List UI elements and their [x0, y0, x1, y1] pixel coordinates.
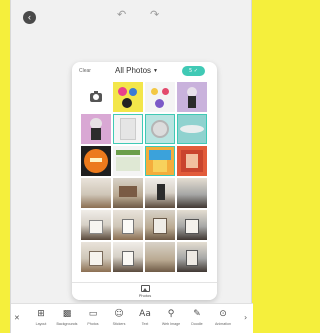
bottom-toolbar: ✕ ⊞ Layout ▩ Backgrounds ▭ Photos ☺ Stic… — [11, 303, 253, 333]
photo-thumbnail[interactable] — [145, 242, 175, 272]
photo-thumbnail[interactable] — [145, 82, 175, 112]
photo-thumbnail-selected[interactable] — [145, 114, 175, 144]
photo-thumbnail[interactable] — [81, 242, 111, 272]
photo-picker-header: Clear All Photos ▼ 5 ✓ — [72, 62, 217, 81]
text-icon: Aa — [139, 309, 151, 319]
tool-text[interactable]: Aa Text — [132, 308, 158, 326]
top-bar: ‹ ↶ ↷ — [11, 0, 253, 30]
tool-doodle[interactable]: ✎ Doodle — [184, 308, 210, 326]
tool-stickers[interactable]: ☺ Stickers — [106, 308, 132, 326]
animation-icon: ⊙ — [219, 309, 227, 319]
photo-thumbnail[interactable] — [113, 210, 143, 240]
camera-button[interactable] — [81, 82, 111, 112]
chevron-right-icon[interactable]: › — [244, 313, 247, 322]
photo-thumbnail[interactable] — [177, 242, 207, 272]
album-dropdown[interactable]: All Photos ▼ — [115, 66, 158, 75]
photo-picker-panel: Clear All Photos ▼ 5 ✓ Photos — [72, 62, 217, 300]
photo-thumbnail[interactable] — [81, 178, 111, 208]
tool-web-image[interactable]: ⚲ Web Image — [158, 308, 184, 326]
camera-icon — [90, 90, 102, 102]
chevron-left-icon: ‹ — [28, 12, 31, 22]
tool-layout[interactable]: ⊞ Layout — [28, 308, 54, 326]
photos-icon — [140, 285, 150, 292]
clear-button[interactable]: Clear — [79, 68, 91, 74]
photo-thumbnail[interactable] — [177, 82, 207, 112]
back-button[interactable]: ‹ — [23, 11, 36, 24]
photos-tab-label: Photos — [138, 293, 152, 298]
web-image-icon: ⚲ — [167, 309, 175, 319]
photo-thumbnail[interactable] — [81, 210, 111, 240]
photos-icon: ▭ — [88, 309, 98, 319]
photo-grid — [81, 82, 207, 272]
layout-icon: ⊞ — [37, 309, 45, 319]
photos-tab[interactable]: Photos — [132, 285, 158, 298]
close-icon[interactable]: ✕ — [14, 314, 20, 322]
photo-thumbnail[interactable] — [145, 210, 175, 240]
redo-icon[interactable]: ↷ — [150, 8, 159, 21]
photo-thumbnail[interactable] — [113, 146, 143, 176]
photo-thumbnail-selected[interactable] — [145, 146, 175, 176]
photo-thumbnail[interactable] — [145, 178, 175, 208]
photo-thumbnail-selected[interactable] — [177, 114, 207, 144]
photo-thumbnail[interactable] — [113, 82, 143, 112]
stickers-icon: ☺ — [114, 309, 124, 319]
photo-thumbnail-selected[interactable] — [113, 114, 143, 144]
tool-photos[interactable]: ▭ Photos — [80, 308, 106, 326]
photo-thumbnail[interactable] — [81, 114, 111, 144]
photo-thumbnail[interactable] — [113, 242, 143, 272]
doodle-icon: ✎ — [193, 309, 201, 319]
backgrounds-icon: ▩ — [62, 309, 72, 319]
caret-down-icon: ▼ — [153, 68, 158, 74]
tool-backgrounds[interactable]: ▩ Backgrounds — [54, 308, 80, 326]
photo-picker-footer: Photos — [72, 282, 217, 300]
photo-thumbnail[interactable] — [113, 178, 143, 208]
undo-icon[interactable]: ↶ — [117, 8, 126, 21]
confirm-selection-button[interactable]: 5 ✓ — [182, 66, 205, 76]
editor-frame: ‹ ↶ ↷ Clear All Photos ▼ 5 ✓ Photos ✕ ⊞ … — [10, 0, 253, 333]
album-title: All Photos — [115, 66, 152, 75]
photo-thumbnail[interactable] — [81, 146, 111, 176]
tool-animation[interactable]: ⊙ Animation — [210, 308, 236, 326]
photo-thumbnail[interactable] — [177, 178, 207, 208]
photo-thumbnail[interactable] — [177, 210, 207, 240]
photo-thumbnail[interactable] — [177, 146, 207, 176]
